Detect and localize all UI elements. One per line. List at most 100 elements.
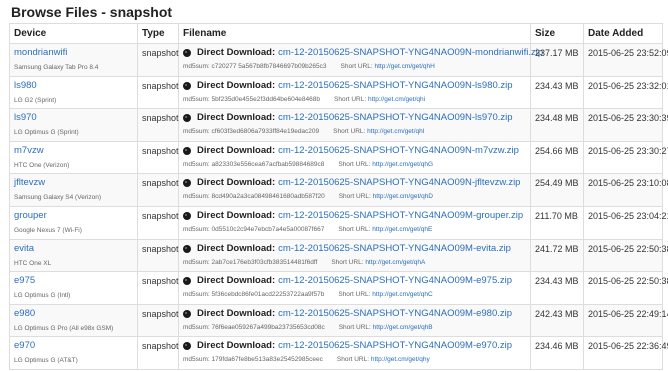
- meta-line: md5sum: 76f6eae059267a499ba23735653cd08c…: [183, 324, 526, 332]
- date-added-cell: 2015-06-25 22:36:49: [583, 336, 668, 370]
- short-url-label: Short URL:: [338, 193, 371, 201]
- device-link[interactable]: evita: [14, 243, 133, 255]
- direct-download-label: Direct Download:: [197, 79, 276, 91]
- col-header-date-added[interactable]: Date Added: [583, 23, 663, 44]
- md5-label: md5sum:: [183, 323, 210, 331]
- filename-cell: Direct Download: cm-12-20150625-SNAPSHOT-…: [178, 173, 531, 207]
- direct-download-line: Direct Download: cm-12-20150625-SNAPSHOT-…: [183, 308, 526, 320]
- direct-download-label: Direct Download:: [197, 112, 276, 124]
- download-link[interactable]: cm-12-20150625-SNAPSHOT-YNG4NAO09N-jflte…: [278, 177, 520, 189]
- size-cell: 241.72 MB: [530, 238, 584, 273]
- device-model: Google Nexus 7 (Wi-Fi): [14, 226, 82, 234]
- device-cell: jfltevzw Samsung Galaxy S4 (Verizon): [9, 173, 138, 207]
- device-link[interactable]: e980: [14, 308, 133, 320]
- download-link[interactable]: cm-12-20150625-SNAPSHOT-YNG4NAO09M-group…: [278, 210, 523, 222]
- device-model: LG G2 (Sprint): [14, 96, 57, 104]
- device-cell: e980 LG Optimus G Pro (All e98x GSM): [9, 303, 138, 338]
- meta-line: md5sum: 5f36cebdc86fe01acd22253722aa9f57…: [183, 291, 526, 299]
- table-header-row: Device Type Filename Size Date Added: [9, 23, 663, 44]
- size-cell: 254.49 MB: [530, 173, 584, 207]
- download-link[interactable]: cm-12-20150625-SNAPSHOT-YNG4NAO09N-ls980…: [278, 80, 512, 92]
- short-url-link[interactable]: http://get.cm/get/qhG: [372, 161, 433, 168]
- cd-disc-icon: [183, 244, 191, 253]
- date-added-cell: 2015-06-25 23:30:27: [583, 140, 668, 175]
- type-cell: snapshot: [137, 303, 179, 338]
- direct-download-line: Direct Download: cm-12-20150625-SNAPSHOT-…: [183, 210, 526, 222]
- short-url-link[interactable]: http://get.cm/get/qhC: [372, 291, 432, 298]
- device-link[interactable]: jfltevzw: [14, 177, 133, 189]
- meta-line: md5sum: a823303e556cea67acfbab59884689c8…: [183, 161, 526, 169]
- md5-value: c720277 5a567b8fb7846697b09b265c3: [211, 63, 327, 70]
- md5-label: md5sum:: [183, 128, 210, 136]
- short-url-label: Short URL:: [334, 95, 367, 103]
- md5-label: md5sum:: [183, 356, 210, 364]
- direct-download-line: Direct Download: cm-12-20150625-SNAPSHOT-…: [183, 177, 526, 189]
- short-url-label: Short URL:: [331, 258, 364, 266]
- meta-line: md5sum: c720277 5a567b8fb7846697b09b265c…: [183, 63, 526, 71]
- download-link[interactable]: cm-12-20150625-SNAPSHOT-YNG4NAO09M-e975.…: [278, 275, 512, 287]
- direct-download-line: Direct Download: cm-12-20150625-SNAPSHOT-…: [183, 47, 543, 59]
- meta-line: md5sum: 2ab7ce176eb3f03cfb383514481f6dff…: [183, 259, 526, 267]
- device-cell: m7vzw HTC One (Verizon): [9, 140, 138, 175]
- device-cell: mondrianwifi Samsung Galaxy Tab Pro 8.4: [9, 43, 138, 77]
- filename-cell: Direct Download: cm-12-20150625-SNAPSHOT-…: [178, 303, 531, 338]
- col-header-device[interactable]: Device: [9, 23, 138, 44]
- short-url-link[interactable]: http://get.cm/get/qhB: [373, 324, 433, 331]
- md5-label: md5sum:: [183, 193, 210, 201]
- direct-download-label: Direct Download:: [197, 340, 276, 352]
- type-cell: snapshot: [137, 173, 179, 207]
- date-added-cell: 2015-06-25 22:49:14: [583, 303, 668, 338]
- short-url-link[interactable]: http://get.cm/get/qhl: [367, 128, 424, 135]
- date-added-cell: 2015-06-25 23:52:09: [583, 43, 668, 77]
- direct-download-line: Direct Download: cm-12-20150625-SNAPSHOT-…: [183, 275, 526, 287]
- size-cell: 234.48 MB: [530, 108, 584, 142]
- md5-label: md5sum:: [183, 225, 210, 233]
- col-header-size[interactable]: Size: [530, 23, 584, 44]
- meta-line: md5sum: 179fda67fe8be513a83e25452985ceec…: [183, 356, 526, 364]
- short-url-link[interactable]: http://get.cm/get/qhA: [365, 259, 425, 266]
- download-link[interactable]: cm-12-20150625-SNAPSHOT-YNG4NAO09M-e970.…: [278, 340, 512, 352]
- device-link[interactable]: mondrianwifi: [14, 47, 133, 59]
- download-link[interactable]: cm-12-20150625-SNAPSHOT-YNG4NAO09N-ls970…: [278, 112, 512, 124]
- col-header-filename[interactable]: Filename: [178, 23, 531, 44]
- md5-label: md5sum:: [183, 160, 210, 168]
- md5-value: 0d5510c2c94e7ebcb7a4e5a00087f667: [211, 225, 325, 233]
- device-model: LG Optimus G (Intl): [14, 292, 71, 300]
- device-cell: ls980 LG G2 (Sprint): [9, 75, 138, 110]
- type-cell: snapshot: [137, 140, 179, 175]
- type-cell: snapshot: [137, 43, 179, 77]
- size-cell: 211.70 MB: [530, 205, 584, 240]
- cd-disc-icon: [183, 81, 191, 90]
- direct-download-line: Direct Download: cm-12-20150625-SNAPSHOT-…: [183, 112, 526, 124]
- size-cell: 234.43 MB: [530, 271, 584, 305]
- short-url-link[interactable]: http://get.cm/get/qhD: [373, 193, 433, 200]
- direct-download-line: Direct Download: cm-12-20150625-SNAPSHOT-…: [183, 80, 526, 92]
- device-link[interactable]: ls970: [14, 112, 133, 124]
- device-link[interactable]: e970: [14, 340, 133, 352]
- size-cell: 234.43 MB: [530, 75, 584, 110]
- device-link[interactable]: ls980: [14, 80, 133, 92]
- download-link[interactable]: cm-12-20150625-SNAPSHOT-YNG4NAO09N-mondr…: [278, 47, 543, 59]
- table-row: mondrianwifi Samsung Galaxy Tab Pro 8.4 sn…: [9, 43, 668, 77]
- direct-download-line: Direct Download: cm-12-20150625-SNAPSHOT-…: [183, 340, 526, 352]
- cd-disc-icon: [183, 49, 191, 57]
- device-link[interactable]: grouper: [14, 210, 133, 222]
- md5-value: 5f36cebdc86fe01acd22253722aa9f57b: [211, 291, 325, 299]
- download-link[interactable]: cm-12-20150625-SNAPSHOT-YNG4NAO09M-evita…: [278, 243, 511, 255]
- date-added-cell: 2015-06-25 22:50:38: [583, 238, 668, 273]
- direct-download-label: Direct Download:: [197, 242, 276, 254]
- short-url-link[interactable]: http://get.cm/get/qhE: [372, 226, 432, 233]
- short-url-link[interactable]: http://get.cm/get/qhH: [374, 63, 434, 70]
- direct-download-label: Direct Download:: [197, 47, 276, 58]
- device-model: LG Optimus G (Sprint): [14, 129, 79, 137]
- col-header-type[interactable]: Type: [137, 23, 179, 44]
- short-url-link[interactable]: http://get.cm/get/qhy: [371, 356, 430, 363]
- date-added-cell: 2015-06-25 23:04:21: [583, 205, 668, 240]
- download-link[interactable]: cm-12-20150625-SNAPSHOT-YNG4NAO09N-m7vzw…: [278, 145, 519, 157]
- date-added-cell: 2015-06-25 23:32:01: [583, 75, 668, 110]
- device-link[interactable]: m7vzw: [14, 145, 133, 157]
- device-link[interactable]: e975: [14, 275, 133, 287]
- md5-value: cf603f3ed6806a7933ff84e19edac209: [211, 128, 320, 136]
- short-url-link[interactable]: http://get.cm/get/qhi: [368, 96, 425, 103]
- download-link[interactable]: cm-12-20150625-SNAPSHOT-YNG4NAO09M-e980.…: [278, 308, 512, 320]
